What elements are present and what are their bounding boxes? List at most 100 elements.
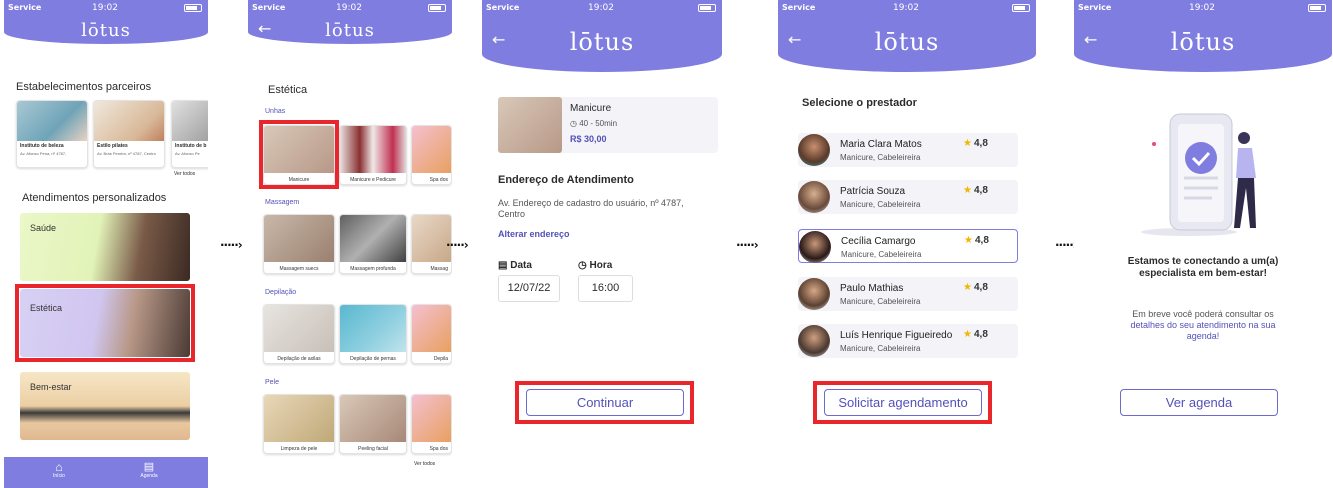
provider-rating: 4,8	[974, 185, 988, 196]
partner-address: Av. Afonso Pe	[175, 151, 200, 156]
home-icon: ⌂	[55, 460, 63, 474]
provider-specialty: Manicure, Cabeleireira	[840, 344, 921, 353]
provider-rating: 4,8	[974, 282, 988, 293]
service-photo	[498, 97, 562, 153]
provider-specialty: Manicure, Cabeleireira	[840, 153, 921, 162]
bottom-nav: ⌂ Início ▤ Agenda	[4, 457, 208, 488]
service-card[interactable]: Depila	[411, 304, 452, 364]
service-card[interactable]: Spa dos	[411, 394, 452, 454]
service-photo	[340, 395, 406, 442]
battery-icon	[184, 4, 202, 12]
section-title: Massagem	[265, 199, 300, 206]
avatar	[799, 231, 831, 263]
star-icon: ★	[963, 282, 972, 293]
highlight-box	[813, 381, 992, 424]
clock: 19:02	[588, 3, 614, 13]
decor-dot	[1152, 142, 1156, 146]
service-label: Manicure e Pedicure	[350, 177, 396, 183]
provider-name: Patrícia Souza	[840, 186, 906, 197]
time-label-text: Hora	[589, 260, 613, 271]
status-bar: Service 19:02	[486, 3, 716, 15]
partners-title: Estabelecimentos parceiros	[16, 81, 152, 93]
partner-address: Av. Brás Pereira, nº 4787, Centro	[97, 151, 156, 156]
section-title: Pele	[265, 379, 280, 386]
partner-card[interactable]: Instituto de b Av. Afonso Pe	[171, 100, 208, 168]
calendar-icon: ▤	[143, 461, 155, 473]
service-card[interactable]: Peeling facial	[339, 394, 407, 454]
partner-card[interactable]: Estilo pilates Av. Brás Pereira, nº 4787…	[93, 100, 165, 168]
category-saude[interactable]: Saúde	[20, 213, 190, 281]
provider-name: Paulo Mathias	[840, 283, 904, 294]
flow-arrow: ·····›	[736, 238, 759, 252]
screen-estetica: Service 19:02 ← lōtus Estética Unhas Man…	[248, 0, 452, 488]
highlight-box	[15, 284, 195, 362]
battery-icon	[698, 4, 716, 12]
screen-connecting: Service 19:02 ← lōtus Estamos te conecta…	[1074, 0, 1332, 488]
nav-home[interactable]: ⌂ Início	[44, 461, 74, 479]
provider-item[interactable]: Paulo Mathias Manicure, Cabeleireira ★ 4…	[798, 277, 1018, 311]
info-line-3: agenda!	[1186, 331, 1220, 341]
connecting-illustration	[1141, 113, 1256, 236]
status-bar: Service 19:02	[8, 3, 202, 15]
person-body	[1236, 148, 1256, 178]
partner-card[interactable]: Instituto de beleza Av. Afonso Pena, nº …	[16, 100, 88, 168]
time-label: ◷ Hora	[578, 260, 612, 271]
lotus-logo: lōtus	[1170, 28, 1236, 56]
service-photo	[264, 215, 334, 262]
date-field[interactable]: 12/07/22	[498, 275, 560, 302]
service-card[interactable]: Manicure e Pedicure	[339, 125, 407, 185]
service-card[interactable]: Massagem suecs	[263, 214, 335, 274]
person-legs	[1234, 178, 1256, 228]
provider-item[interactable]: Luís Henrique Figueiredo Manicure, Cabel…	[798, 324, 1018, 358]
provider-item[interactable]: Patrícia Souza Manicure, Cabeleireira ★ …	[798, 180, 1018, 214]
service-photo	[340, 305, 406, 352]
provider-rating: 4,8	[974, 138, 988, 149]
status-bar: Service 19:02	[782, 3, 1030, 15]
view-agenda-button[interactable]: Ver agenda	[1120, 389, 1278, 416]
highlight-box	[515, 381, 694, 424]
date-label: ▤ Data	[498, 260, 532, 271]
status-bar: Service 19:02	[252, 3, 446, 15]
partner-name: Estilo pilates	[97, 143, 128, 149]
star-icon: ★	[964, 235, 973, 246]
lotus-logo: lōtus	[325, 20, 375, 41]
category-label: Saúde	[30, 223, 57, 233]
category-bem-estar[interactable]: Bem-estar	[20, 372, 190, 440]
service-label: Depilação de axilas	[277, 356, 321, 362]
provider-name: Cecília Camargo	[841, 236, 916, 247]
clock-icon: ◷	[578, 260, 587, 271]
clock: 19:02	[893, 3, 919, 13]
service-photo	[412, 126, 451, 173]
address-line: Av. Endereço de cadastro do usuário, nº …	[498, 198, 684, 208]
service-card[interactable]: Depilação de axilas	[263, 304, 335, 364]
duration: ◷ 40 - 50min	[570, 119, 617, 128]
star-icon: ★	[963, 185, 972, 196]
section-title: Unhas	[265, 108, 286, 115]
time-field[interactable]: 16:00	[578, 275, 633, 302]
provider-rating: 4,8	[975, 235, 989, 246]
lotus-logo: lōtus	[81, 20, 131, 41]
nav-agenda[interactable]: ▤ Agenda	[134, 461, 164, 479]
service-photo	[340, 215, 406, 262]
avatar	[798, 134, 830, 166]
provider-item[interactable]: Maria Clara Matos Manicure, Cabeleireira…	[798, 133, 1018, 167]
service-label: Massagem profunda	[350, 266, 396, 272]
status-bar: Service 19:02	[1078, 3, 1326, 15]
provider-item-selected[interactable]: Cecília Camargo Manicure, Cabeleireira ★…	[798, 229, 1018, 263]
service-card[interactable]: Spa dos	[411, 125, 452, 185]
partner-photo	[94, 101, 164, 141]
clock-icon: ◷	[570, 119, 577, 128]
provider-name: Maria Clara Matos	[840, 139, 922, 150]
duration-value: 40 - 50min	[579, 119, 618, 128]
lotus-logo: lōtus	[874, 28, 940, 56]
see-all-link[interactable]: Ver todos	[414, 461, 435, 467]
service-card[interactable]: Depilação de pernas	[339, 304, 407, 364]
service-card[interactable]: Limpeza de pele	[263, 394, 335, 454]
service-label: Massagem suecs	[279, 266, 319, 272]
change-address-link[interactable]: Alterar endereço	[498, 229, 570, 239]
see-all-link[interactable]: Ver todos	[174, 171, 195, 177]
info-line-1: Em breve você poderá consultar os	[1132, 309, 1274, 319]
nav-label: Agenda	[140, 473, 158, 479]
service-card[interactable]: Massagem profunda	[339, 214, 407, 274]
provider-specialty: Manicure, Cabeleireira	[840, 297, 921, 306]
